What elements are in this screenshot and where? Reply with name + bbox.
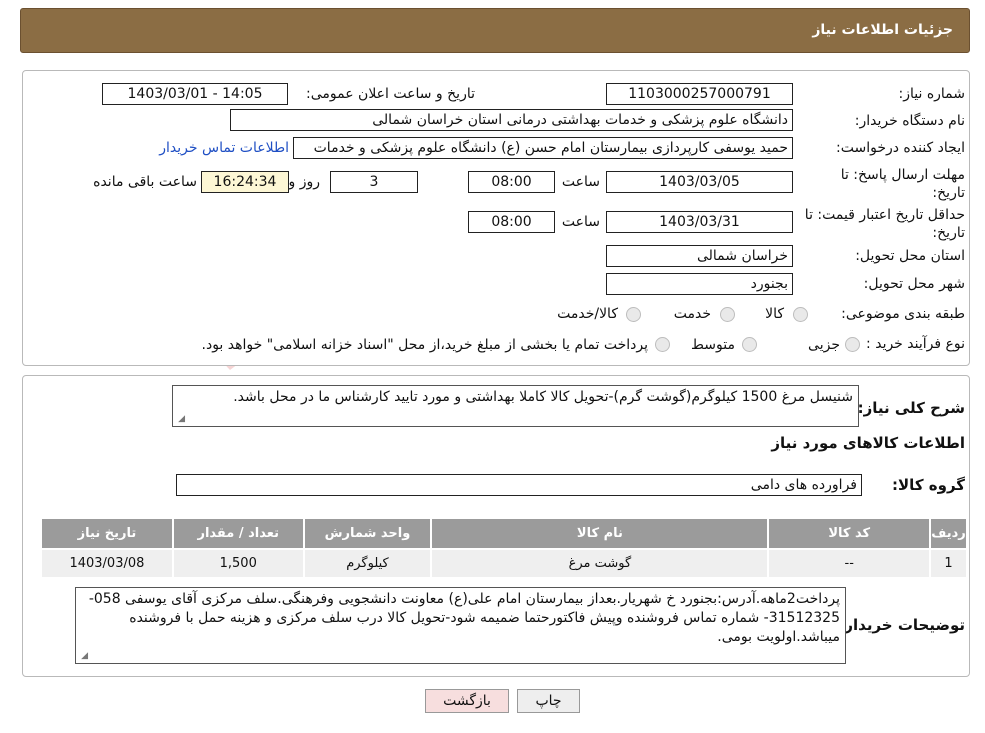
creator-field[interactable]: حمید یوسفی کارپردازی بیمارستان امام حسن … — [293, 137, 793, 159]
page-title: جزئیات اطلاعات نیاز — [812, 22, 953, 38]
creator-label: ایجاد کننده درخواست: — [836, 140, 965, 156]
need-number-label: شماره نیاز: — [898, 86, 966, 102]
province-field[interactable]: خراسان شمالی — [606, 245, 793, 267]
category-label: طبقه بندی موضوعی: — [841, 306, 965, 322]
days-label: روز و — [288, 174, 321, 190]
buyer-notes-label: توضیحات خریدار: — [838, 616, 965, 634]
col-header-goods-name: نام کالا — [430, 517, 770, 550]
category-radio-service[interactable] — [720, 307, 735, 322]
buyer-org-field[interactable]: دانشگاه علوم پزشکی و خدمات بهداشتی درمان… — [230, 109, 793, 131]
col-header-unit: واحد شمارش — [302, 517, 433, 550]
goods-group-label: گروه کالا: — [892, 476, 965, 494]
category-option-service: خدمت — [673, 306, 711, 322]
validity-time-field[interactable]: 08:00 — [468, 211, 555, 233]
province-label: استان محل تحویل: — [855, 248, 965, 264]
buyer-notes-textarea[interactable]: پرداخت2ماهه.آدرس:بجنورد خ شهریار.بعداز ب… — [75, 587, 846, 664]
table-header-row: ردیف کد کالا نام کالا واحد شمارش تعداد /… — [40, 517, 968, 550]
goods-group-field[interactable]: فراورده های دامی — [176, 474, 862, 496]
reply-time-label: ساعت — [561, 174, 600, 190]
city-field[interactable]: بجنورد — [606, 273, 793, 295]
cell-row-number: 1 — [929, 548, 968, 579]
category-option-goods-service: کالا/خدمت — [557, 306, 618, 322]
cell-unit: کیلوگرم — [302, 548, 433, 579]
category-radio-goods[interactable] — [793, 307, 808, 322]
back-button[interactable]: بازگشت — [425, 689, 509, 713]
city-label: شهر محل تحویل: — [863, 276, 965, 292]
cell-goods-code: -- — [767, 548, 932, 579]
process-radio-treasury[interactable] — [655, 337, 670, 352]
category-radio-goods-service[interactable] — [626, 307, 641, 322]
summary-text: شنیسل مرغ 1500 کیلوگرم(گوشت گرم)-تحویل ک… — [233, 389, 853, 405]
print-button[interactable]: چاپ — [517, 689, 580, 713]
remaining-time-field: 16:24:34 — [201, 171, 289, 193]
buyer-org-label: نام دستگاه خریدار: — [854, 113, 965, 129]
validity-date-field[interactable]: 1403/03/31 — [606, 211, 793, 233]
reply-time-field[interactable]: 08:00 — [468, 171, 555, 193]
cell-need-date: 1403/03/08 — [40, 548, 174, 579]
process-radio-medium[interactable] — [742, 337, 757, 352]
col-header-need-date: تاریخ نیاز — [40, 517, 174, 550]
process-option-minor: جزیی — [808, 337, 840, 353]
reply-deadline-label: مهلت ارسال پاسخ: تا تاریخ: — [840, 167, 965, 201]
cell-quantity: 1,500 — [171, 548, 305, 579]
buyer-contact-link[interactable]: اطلاعات تماس خریدار — [159, 140, 289, 156]
process-option-medium: متوسط — [691, 337, 735, 353]
col-header-row-number: ردیف — [929, 517, 968, 550]
process-label: نوع فرآیند خرید : — [866, 336, 965, 352]
col-header-quantity: تعداد / مقدار — [171, 517, 305, 550]
page-header: جزئیات اطلاعات نیاز — [20, 8, 970, 53]
announce-label: تاریخ و ساعت اعلان عمومی: — [306, 86, 475, 102]
validity-label: حداقل تاریخ اعتبار قیمت: تا تاریخ: — [804, 207, 965, 241]
summary-label: شرح کلی نیاز: — [857, 399, 965, 417]
category-option-goods: کالا — [765, 306, 784, 322]
resize-grip-icon[interactable]: ◢ — [176, 415, 185, 424]
table-row: 1 -- گوشت مرغ کیلوگرم 1,500 1403/03/08 — [40, 548, 968, 579]
reply-date-field[interactable]: 1403/03/05 — [606, 171, 793, 193]
validity-time-label: ساعت — [561, 214, 600, 230]
process-radio-minor[interactable] — [845, 337, 860, 352]
items-heading: اطلاعات کالاهای مورد نیاز — [771, 434, 965, 452]
need-number-field[interactable]: 1103000257000791 — [606, 83, 793, 105]
days-field[interactable]: 3 — [330, 171, 418, 193]
items-table: ردیف کد کالا نام کالا واحد شمارش تعداد /… — [40, 517, 968, 579]
announce-datetime-field[interactable]: 1403/03/01 - 14:05 — [102, 83, 288, 105]
process-note: پرداخت تمام یا بخشی از مبلغ خرید،از محل … — [201, 337, 648, 353]
buyer-notes-text: پرداخت2ماهه.آدرس:بجنورد خ شهریار.بعداز ب… — [88, 591, 840, 645]
summary-textarea[interactable]: شنیسل مرغ 1500 کیلوگرم(گوشت گرم)-تحویل ک… — [172, 385, 859, 427]
cell-goods-name: گوشت مرغ — [430, 548, 770, 579]
col-header-goods-code: کد کالا — [767, 517, 932, 550]
resize-grip-icon[interactable]: ◢ — [79, 652, 88, 661]
remaining-label: ساعت باقی مانده — [93, 174, 197, 190]
